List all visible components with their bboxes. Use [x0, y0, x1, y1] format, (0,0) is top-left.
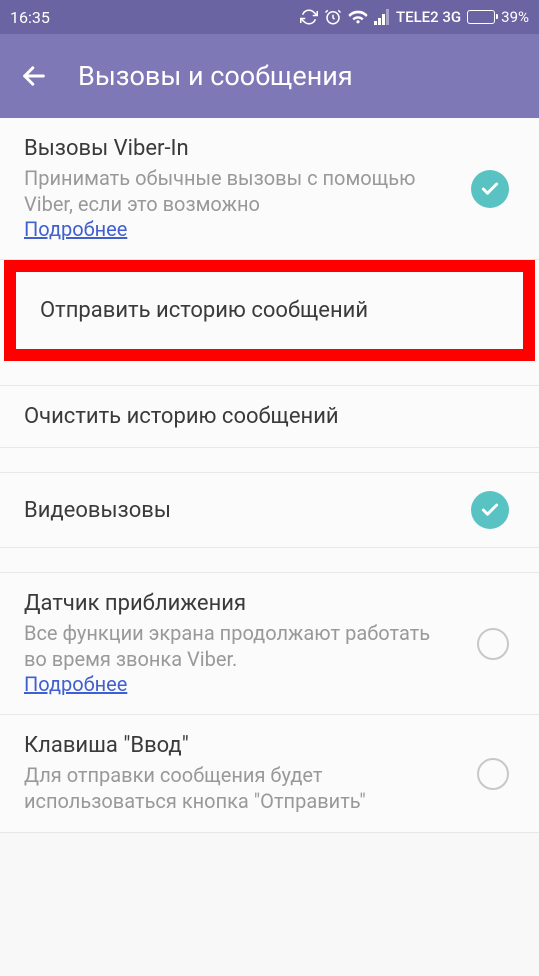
highlight-annotation: Отправить историю сообщений	[4, 260, 535, 361]
page-title: Вызовы и сообщения	[78, 60, 353, 92]
setting-title: Клавиша "Ввод"	[24, 733, 457, 758]
checkbox-unchecked-icon[interactable]	[477, 628, 509, 660]
settings-list: Вызовы Viber-In Принимать обычные вызовы…	[0, 118, 539, 833]
setting-proximity[interactable]: Датчик приближения Все функции экрана пр…	[0, 572, 539, 715]
setting-viber-in[interactable]: Вызовы Viber-In Принимать обычные вызовы…	[0, 118, 539, 260]
status-time: 16:35	[10, 8, 50, 27]
setting-title: Отправить историю сообщений	[40, 298, 499, 323]
carrier-label: TELE2 3G	[396, 8, 461, 26]
battery-icon	[467, 10, 495, 24]
setting-title: Очистить историю сообщений	[24, 404, 509, 429]
checkbox-checked-icon[interactable]	[471, 170, 509, 208]
wifi-icon	[348, 9, 368, 25]
setting-clear-history[interactable]: Очистить историю сообщений	[0, 385, 539, 448]
status-bar: 16:35 TELE2 3G 39%	[0, 0, 539, 34]
setting-title: Вызовы Viber-In	[24, 136, 451, 161]
checkbox-checked-icon[interactable]	[471, 491, 509, 529]
setting-enter-key[interactable]: Клавиша "Ввод" Для отправки сообщения бу…	[0, 715, 539, 833]
learn-more-link[interactable]: Подробнее	[24, 217, 127, 241]
learn-more-link[interactable]: Подробнее	[24, 672, 127, 696]
alarm-icon	[324, 8, 342, 26]
status-right: TELE2 3G 39%	[300, 8, 529, 26]
toolbar: Вызовы и сообщения	[0, 34, 539, 118]
sync-icon	[300, 8, 318, 26]
battery-percent: 39%	[501, 8, 529, 26]
setting-subtitle: Все функции экрана продолжают работать в…	[24, 620, 457, 672]
back-arrow-icon[interactable]	[20, 62, 48, 90]
checkbox-unchecked-icon[interactable]	[477, 758, 509, 790]
setting-video-calls[interactable]: Видеовызовы	[0, 472, 539, 548]
setting-title: Датчик приближения	[24, 591, 457, 616]
signal-icon	[374, 9, 390, 25]
setting-send-history[interactable]: Отправить историю сообщений	[16, 272, 523, 349]
setting-subtitle: Принимать обычные вызовы с помощью Viber…	[24, 165, 451, 217]
setting-subtitle: Для отправки сообщения будет использоват…	[24, 762, 457, 814]
setting-title: Видеовызовы	[24, 498, 451, 523]
